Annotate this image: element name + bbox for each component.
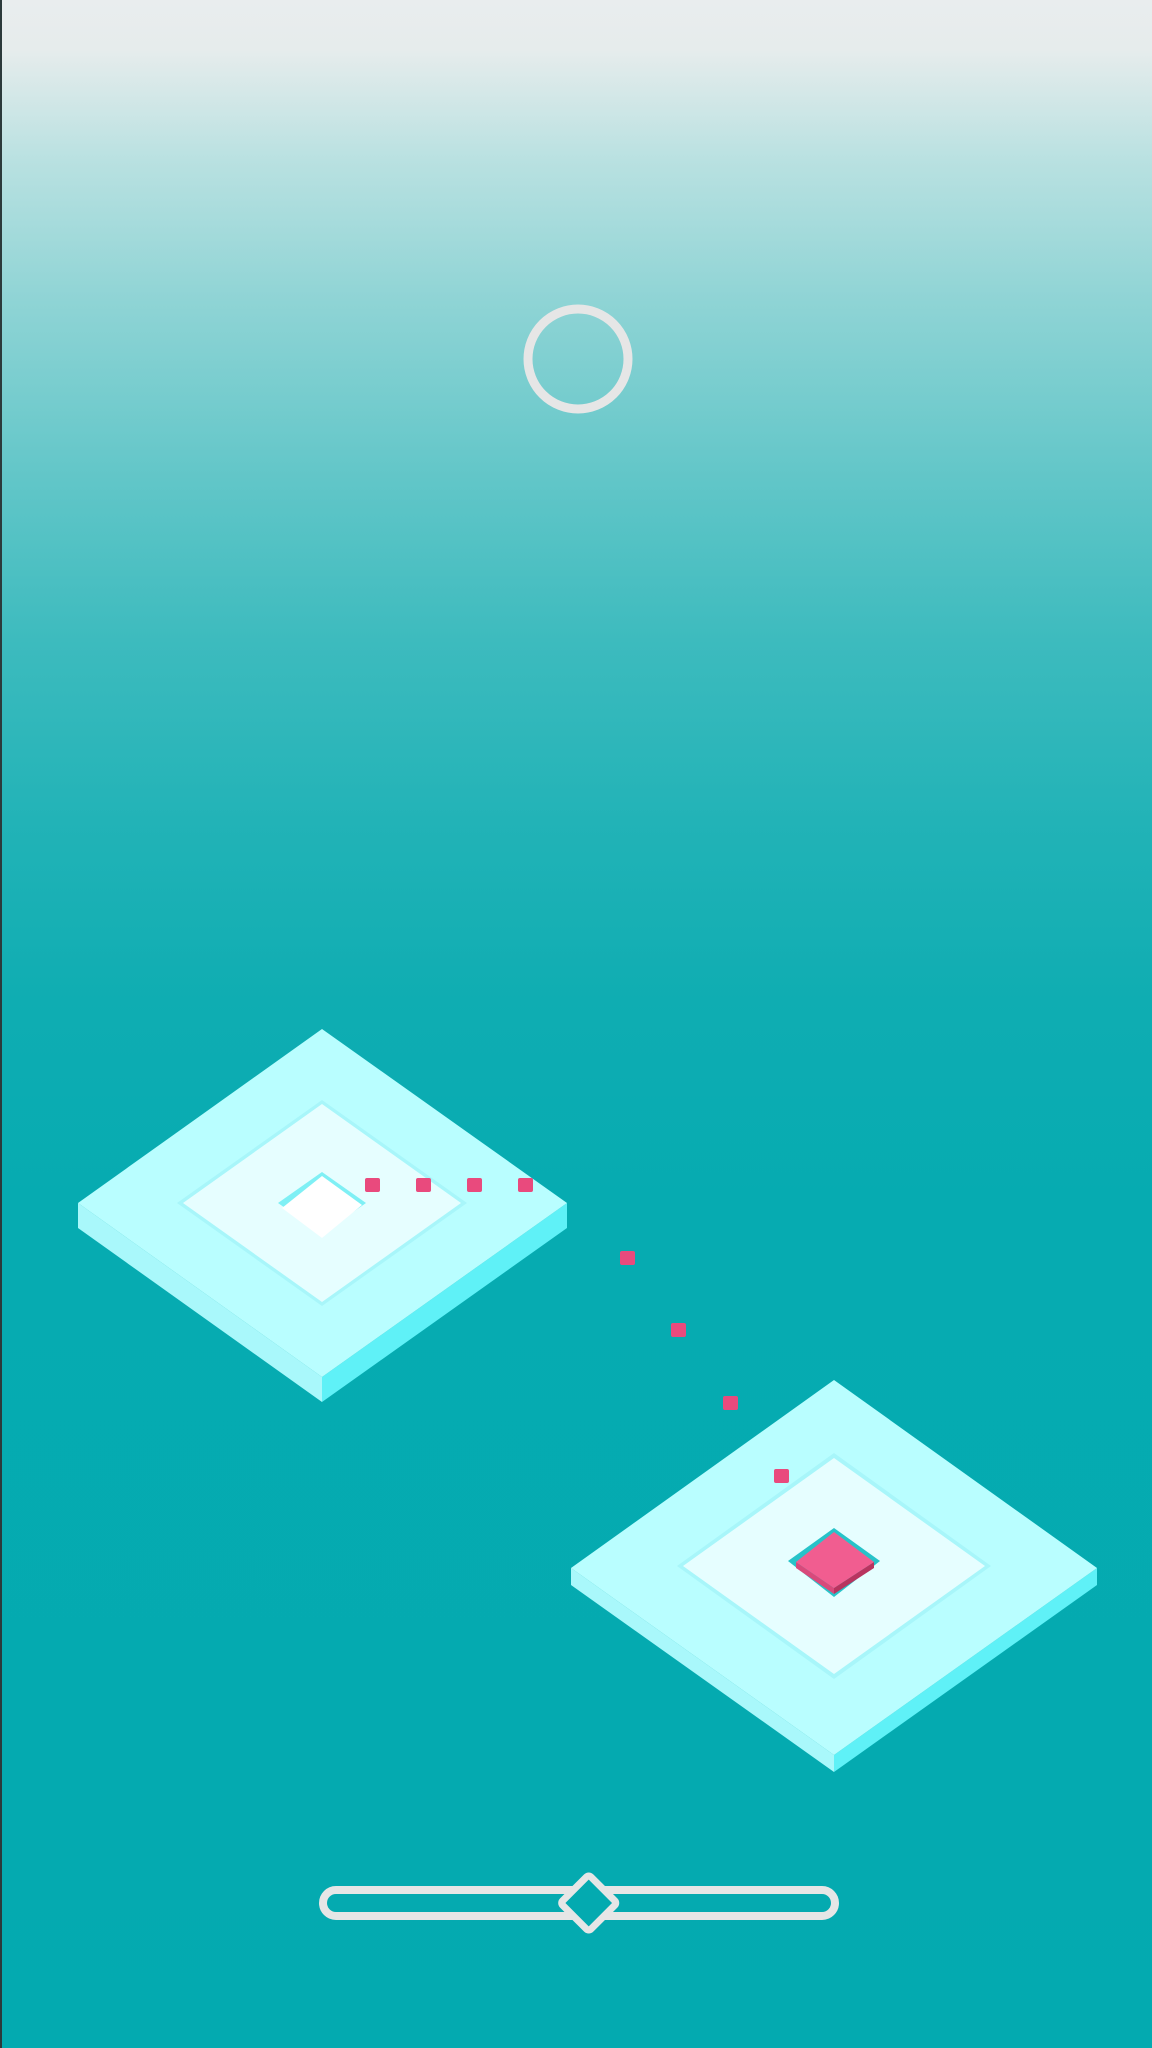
trail-dot [671, 1323, 686, 1337]
trail-dot [365, 1178, 380, 1192]
trail-dot [723, 1396, 738, 1410]
power-slider[interactable] [319, 1872, 839, 1934]
trail-dot [467, 1178, 482, 1192]
game-scene [78, 304, 1097, 1934]
ring-icon[interactable] [523, 304, 633, 414]
trail-dot [620, 1251, 635, 1265]
trail-dot [518, 1178, 533, 1192]
trail-dot [416, 1178, 431, 1192]
trail-dot [774, 1469, 789, 1483]
start-platform [78, 1029, 567, 1402]
slider-handle[interactable] [558, 1872, 620, 1934]
game-canvas[interactable] [0, 0, 1152, 2048]
